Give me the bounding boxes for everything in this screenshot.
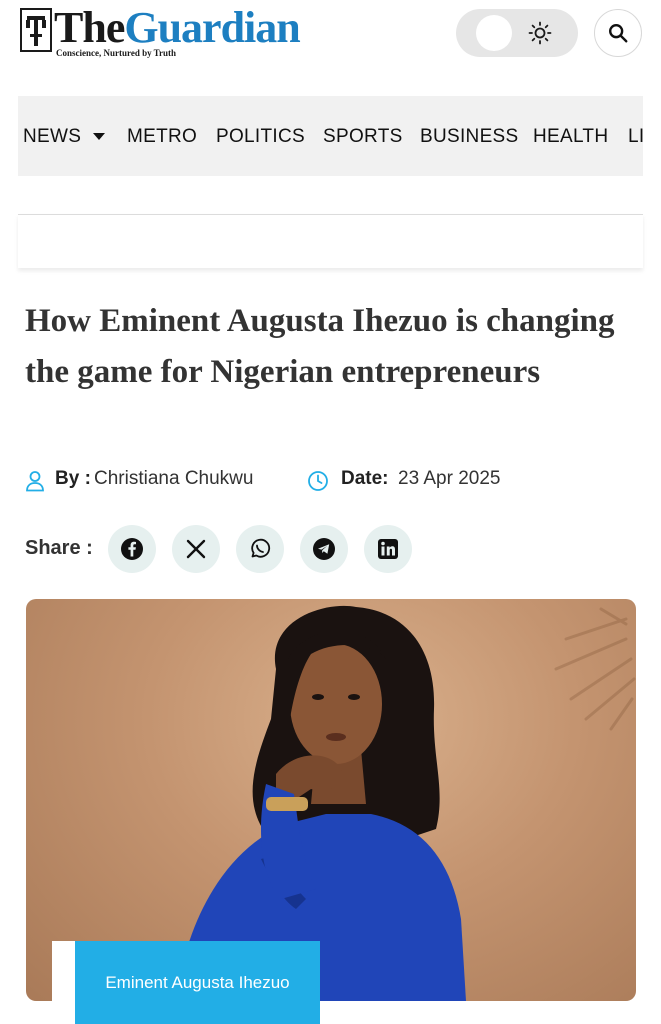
logo-guardian-text: Guardian [124, 3, 300, 52]
toggle-knob [476, 15, 512, 51]
nav-item-label: NEWS [23, 126, 82, 147]
author-label: By : [55, 468, 91, 489]
sub-nav-bar [18, 214, 643, 268]
share-linkedin-button[interactable] [364, 525, 412, 573]
main-nav: NEWS METRO POLITICS SPORTS BUSINESS HEAL… [18, 96, 643, 176]
theme-toggle[interactable] [456, 9, 578, 57]
site-header: TheGuardian Conscience, Nurtured by Trut… [0, 0, 661, 80]
nav-item-health[interactable]: HEALTH [533, 126, 608, 148]
logo-tagline: Conscience, Nurtured by Truth [56, 48, 177, 58]
guardian-emblem-icon [20, 8, 52, 52]
share-label: Share : [25, 537, 93, 559]
nav-item-politics[interactable]: POLITICS [216, 126, 305, 148]
article-title: How Eminent Augusta Ihezuo is changing t… [25, 303, 615, 390]
x-icon [186, 539, 206, 559]
linkedin-icon [378, 539, 398, 559]
nav-item-business[interactable]: BUSINESS [420, 126, 519, 148]
sun-icon [528, 21, 552, 45]
guardian-logo[interactable]: TheGuardian Conscience, Nurtured by Trut… [20, 6, 301, 58]
share-facebook-button[interactable] [108, 525, 156, 573]
author-name[interactable]: Christiana Chukwu [94, 468, 253, 490]
image-caption: Eminent Augusta Ihezuo [75, 941, 320, 1024]
share-x-button[interactable] [172, 525, 220, 573]
whatsapp-icon [251, 538, 271, 558]
nav-item-sports[interactable]: SPORTS [323, 126, 403, 148]
user-icon [25, 470, 45, 498]
date-label: Date: [341, 468, 389, 489]
search-icon [609, 24, 628, 43]
nav-item-news[interactable]: NEWS [23, 126, 106, 148]
share-telegram-button[interactable] [300, 525, 348, 573]
nav-item-metro[interactable]: METRO [127, 126, 197, 148]
clock-icon [307, 470, 329, 498]
share-whatsapp-button[interactable] [236, 525, 284, 573]
logo-the-text: The [54, 3, 125, 52]
publish-date: 23 Apr 2025 [398, 468, 501, 489]
search-button[interactable] [594, 9, 642, 57]
nav-item-lifestyle[interactable]: LI [628, 126, 643, 148]
telegram-icon [313, 538, 335, 560]
facebook-icon [121, 538, 143, 560]
caret-down-icon[interactable] [93, 133, 106, 141]
